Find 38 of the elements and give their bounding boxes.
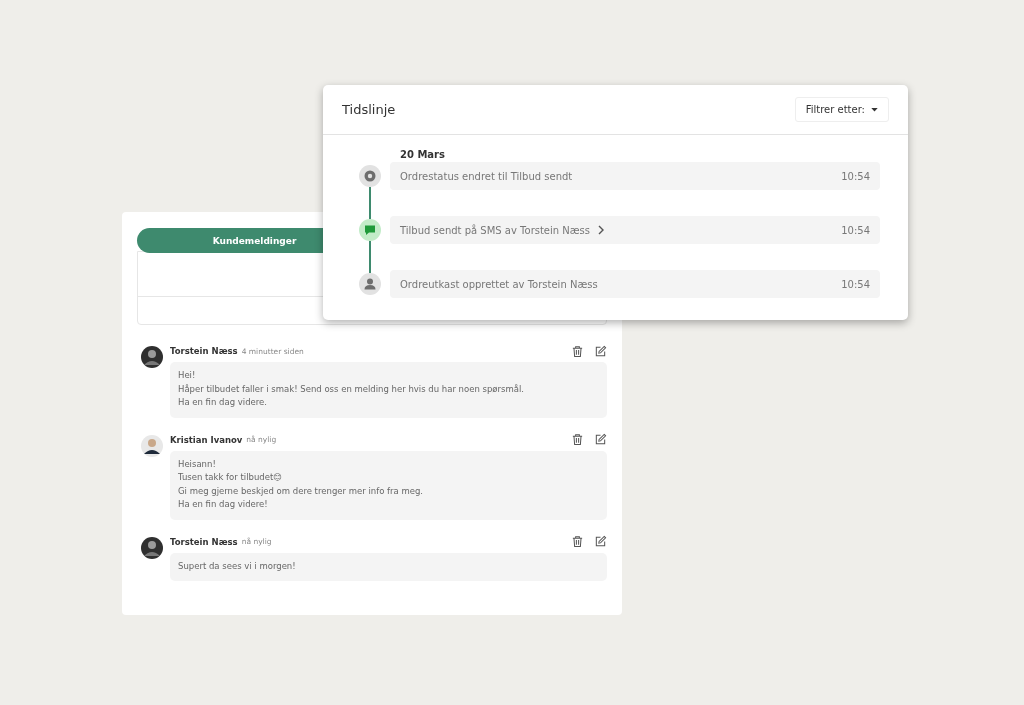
message-text: Heisann! [178, 457, 217, 471]
chat-icon [359, 219, 381, 241]
author-name: Torstein Næss [170, 536, 238, 547]
author-name: Torstein Næss [170, 346, 238, 356]
person-icon [359, 273, 381, 295]
status-icon [359, 165, 381, 187]
avatar-icon [141, 434, 163, 457]
avatar-icon [141, 346, 163, 368]
timeline-title: Tidslinje [342, 102, 397, 117]
timeline-event[interactable]: Ordreutkast opprettet av Torstein Næss 10:54 [390, 270, 880, 298]
edit-icon[interactable] [594, 344, 607, 358]
event-text: Ordrestatus endret til Tilbud sendt [400, 170, 573, 182]
edit-icon[interactable] [594, 433, 607, 446]
event-text: Ordreutkast opprettet av Torstein Næss [400, 278, 598, 290]
caret-icon [871, 107, 878, 112]
timeline-date: 20 Mars [400, 149, 446, 160]
event-text: Tilbud sendt på SMS av Torstein Næss [400, 224, 591, 236]
filter-dropdown[interactable]: Filtrer etter: [794, 97, 889, 122]
chevron-icon[interactable] [598, 225, 605, 235]
message-text: Ha en fin dag videre! [178, 498, 269, 511]
delete-icon[interactable] [571, 344, 584, 358]
timeline-event[interactable]: Ordrestatus endret til Tilbud sendt 10:54 [390, 162, 880, 190]
author-name: Kristian Ivanov [170, 434, 243, 445]
message-text: Supert da sees vi i morgen! [178, 559, 297, 573]
event-time: 10:54 [841, 170, 870, 182]
edit-icon[interactable] [594, 535, 607, 548]
message-text: Gi meg gjerne beskjed om dere trenger mer info fra meg. [178, 484, 425, 498]
message-text: Håper tilbudet faller i smak! Send oss en melding her hvis du har noen spørsmål. [178, 382, 525, 396]
delete-icon[interactable] [571, 433, 584, 446]
avatar-icon [141, 536, 163, 559]
timeline-event[interactable]: Tilbud sendt på SMS av Torstein Næss 10:54 [390, 216, 880, 244]
message-text: Tusen takk for tilbudet😊 [178, 471, 284, 484]
messages-tab[interactable]: Kundemeldinger [137, 228, 323, 253]
message-text: Ha en fin dag videre. [178, 396, 269, 409]
message-text: Hei! [178, 369, 197, 382]
delete-icon[interactable] [571, 535, 584, 548]
event-time: 10:54 [841, 224, 870, 236]
event-time: 10:54 [841, 278, 870, 290]
